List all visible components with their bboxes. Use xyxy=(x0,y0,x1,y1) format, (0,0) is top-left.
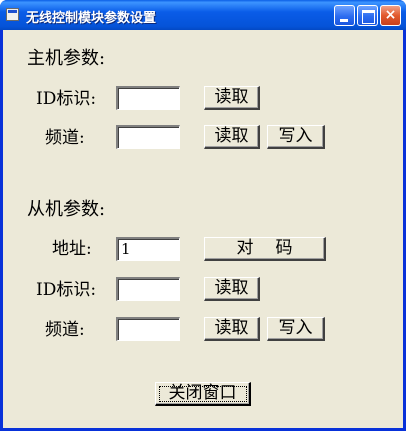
host-channel-field[interactable] xyxy=(116,125,180,149)
host-channel-read-button[interactable]: 读取 xyxy=(204,125,260,149)
close-window-button[interactable]: × xyxy=(380,5,401,26)
app-icon[interactable] xyxy=(6,8,19,21)
close-dialog-button[interactable]: 关闭窗口 xyxy=(155,382,251,406)
slave-id-label: ID标识: xyxy=(36,280,97,300)
slave-address-field[interactable]: 1 xyxy=(116,237,180,261)
slave-params-heading: 从机参数: xyxy=(27,199,106,220)
slave-channel-field[interactable] xyxy=(116,317,180,341)
window-title: 无线控制模块参数设置 xyxy=(26,11,157,26)
dialog-window: 无线控制模块参数设置 × 主机参数: ID标识: 读取 频道: 读取 写入 从机… xyxy=(0,0,406,431)
host-id-field[interactable] xyxy=(116,86,180,110)
host-channel-label: 频道: xyxy=(45,128,85,148)
slave-channel-read-button[interactable]: 读取 xyxy=(204,317,260,341)
host-id-label: ID标识: xyxy=(36,89,97,109)
slave-id-read-button[interactable]: 读取 xyxy=(204,277,260,301)
slave-id-field[interactable] xyxy=(116,277,180,301)
minimize-button[interactable] xyxy=(334,5,355,26)
close-icon: × xyxy=(384,7,397,23)
host-id-read-button[interactable]: 读取 xyxy=(204,86,260,110)
host-params-heading: 主机参数: xyxy=(27,48,106,69)
client-area: 主机参数: ID标识: 读取 频道: 读取 写入 从机参数: 地址: 1 对码 … xyxy=(3,30,403,428)
slave-channel-label: 频道: xyxy=(45,320,85,340)
maximize-button[interactable] xyxy=(357,5,378,26)
slave-address-label: 地址: xyxy=(52,239,92,259)
title-bar[interactable]: 无线控制模块参数设置 × xyxy=(0,0,406,30)
pair-code-button[interactable]: 对码 xyxy=(204,237,326,261)
slave-channel-write-button[interactable]: 写入 xyxy=(267,317,325,341)
host-channel-write-button[interactable]: 写入 xyxy=(267,125,325,149)
